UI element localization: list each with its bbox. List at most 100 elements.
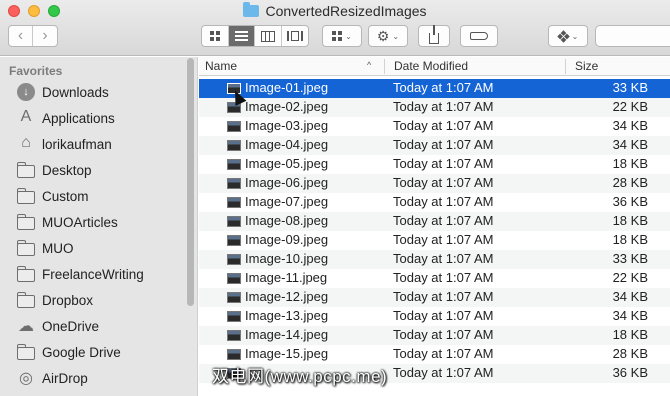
file-size: 33 KB: [612, 80, 648, 95]
sidebar-item-muoarticles[interactable]: MUOArticles: [16, 211, 186, 233]
cloud-icon: ☁: [18, 318, 34, 335]
sidebar-item-onedrive[interactable]: ☁ OneDrive: [16, 315, 186, 337]
sidebar-item-freelancewriting[interactable]: FreelanceWriting: [16, 263, 186, 285]
chevron-down-icon: ⌄: [345, 31, 352, 41]
folder-icon: [16, 291, 36, 309]
search-field[interactable]: [595, 25, 670, 47]
file-row[interactable]: Image-12.jpeg Today at 1:07 AM 34 KB: [199, 288, 670, 307]
file-size: 22 KB: [612, 270, 648, 285]
view-mode-group: [201, 25, 309, 47]
file-date: Today at 1:07 AM: [393, 346, 494, 361]
list-view-icon: [234, 31, 248, 41]
column-view-button[interactable]: [255, 26, 282, 46]
file-row[interactable]: Image-03.jpeg Today at 1:07 AM 34 KB: [199, 117, 670, 136]
file-row[interactable]: Image-07.jpeg Today at 1:07 AM 36 KB: [199, 193, 670, 212]
sidebar-item-home[interactable]: ⌂ lorikaufman: [16, 133, 186, 155]
file-row[interactable]: Image-08.jpeg Today at 1:07 AM 18 KB: [199, 212, 670, 231]
sidebar-item-google-drive[interactable]: Google Drive: [16, 341, 186, 363]
action-menu[interactable]: ⚙ ⌄: [368, 25, 408, 47]
file-size: 22 KB: [612, 99, 648, 114]
sidebar-item-desktop[interactable]: Desktop: [16, 159, 186, 181]
size-column-header[interactable]: Size: [575, 59, 598, 73]
column-header: Name ^ Date Modified Size: [199, 57, 670, 76]
icon-view-icon: [209, 31, 220, 41]
name-column-header[interactable]: Name: [205, 59, 237, 73]
file-name: Image-05.jpeg: [245, 156, 329, 171]
file-row[interactable]: Image-11.jpeg Today at 1:07 AM 22 KB: [199, 269, 670, 288]
file-name: Image-15.jpeg: [245, 346, 329, 361]
cover-flow-view-button[interactable]: [282, 26, 308, 46]
file-name: Image-02.jpeg: [245, 99, 329, 114]
file-name: Image-09.jpeg: [245, 232, 329, 247]
navigation-group: ‹ ›: [8, 25, 58, 47]
file-size: 34 KB: [612, 137, 648, 152]
file-date: Today at 1:07 AM: [393, 99, 494, 114]
downloads-icon: ↓: [16, 83, 36, 101]
dropbox-icon: [556, 29, 570, 43]
arrange-icon: [332, 31, 343, 41]
file-list: Name ^ Date Modified Size Image-01.jpeg T…: [199, 57, 670, 396]
file-size: 36 KB: [612, 194, 648, 209]
file-date: Today at 1:07 AM: [393, 118, 494, 133]
folder-icon: [16, 343, 36, 361]
chevron-down-icon: ⌄: [571, 31, 579, 41]
sidebar-scrollbar[interactable]: [187, 58, 194, 306]
sort-ascending-icon: ^: [367, 60, 372, 70]
file-row[interactable]: Image-06.jpeg Today at 1:07 AM 28 KB: [199, 174, 670, 193]
file-name: Image-03.jpeg: [245, 118, 329, 133]
sidebar-heading: Favorites: [9, 64, 63, 78]
folder-icon: [16, 187, 36, 205]
sidebar-item-airdrop[interactable]: ◎ AirDrop: [16, 367, 186, 389]
image-file-icon: [227, 121, 241, 132]
image-file-icon: [227, 159, 241, 170]
arrange-menu[interactable]: ⌄: [322, 25, 362, 47]
sidebar-item-muo[interactable]: MUO: [16, 237, 186, 259]
applications-icon: A: [20, 108, 32, 125]
file-size: 18 KB: [612, 213, 648, 228]
file-row[interactable]: Image-02.jpeg Today at 1:07 AM 22 KB: [199, 98, 670, 117]
image-file-icon: [227, 273, 241, 284]
file-row[interactable]: Image-14.jpeg Today at 1:07 AM 18 KB: [199, 326, 670, 345]
sidebar-item-applications[interactable]: A Applications: [16, 107, 186, 129]
file-row[interactable]: Image-04.jpeg Today at 1:07 AM 34 KB: [199, 136, 670, 155]
file-size: 18 KB: [612, 327, 648, 342]
edit-tags-button[interactable]: [460, 25, 498, 47]
file-name: Image-06.jpeg: [245, 175, 329, 190]
forward-button[interactable]: ›: [33, 26, 57, 46]
share-button[interactable]: [418, 24, 450, 47]
file-row[interactable]: Image-01.jpeg Today at 1:07 AM 33 KB: [199, 79, 670, 98]
file-size: 34 KB: [612, 308, 648, 323]
file-name: Image-13.jpeg: [245, 308, 329, 323]
file-date: Today at 1:07 AM: [393, 327, 494, 342]
window-toolbar: ConvertedResizedImages ‹ › ⌄ ⚙ ⌄ ⌄: [0, 0, 670, 56]
sidebar-item-downloads[interactable]: ↓ Downloads: [16, 81, 186, 103]
file-name: Image-04.jpeg: [245, 137, 329, 152]
file-date: Today at 1:07 AM: [393, 308, 494, 323]
file-size: 28 KB: [612, 175, 648, 190]
file-name: Image-12.jpeg: [245, 289, 329, 304]
sidebar-item-custom[interactable]: Custom: [16, 185, 186, 207]
back-button[interactable]: ‹: [9, 26, 33, 46]
folder-icon: [243, 2, 260, 17]
file-row[interactable]: Image-05.jpeg Today at 1:07 AM 18 KB: [199, 155, 670, 174]
image-file-icon: [227, 349, 241, 360]
file-name: Image-10.jpeg: [245, 251, 329, 266]
file-date: Today at 1:07 AM: [393, 80, 494, 95]
file-row[interactable]: Image-13.jpeg Today at 1:07 AM 34 KB: [199, 307, 670, 326]
file-row[interactable]: Image-09.jpeg Today at 1:07 AM 18 KB: [199, 231, 670, 250]
sidebar-item-dropbox[interactable]: Dropbox: [16, 289, 186, 311]
file-date: Today at 1:07 AM: [393, 365, 494, 380]
file-row[interactable]: Image-10.jpeg Today at 1:07 AM 33 KB: [199, 250, 670, 269]
window-title: ConvertedResizedImages: [0, 2, 670, 19]
window-title-text: ConvertedResizedImages: [265, 3, 427, 19]
file-date: Today at 1:07 AM: [393, 156, 494, 171]
list-view-button[interactable]: [228, 26, 255, 46]
file-name: Image-14.jpeg: [245, 327, 329, 342]
dropbox-menu[interactable]: ⌄: [548, 25, 588, 47]
image-file-icon: [227, 292, 241, 303]
file-name: Image-11.jpeg: [245, 270, 328, 285]
share-icon: [429, 24, 439, 44]
date-column-header[interactable]: Date Modified: [394, 59, 468, 73]
icon-view-button[interactable]: [202, 26, 229, 46]
file-name: Image-08.jpeg: [245, 213, 329, 228]
